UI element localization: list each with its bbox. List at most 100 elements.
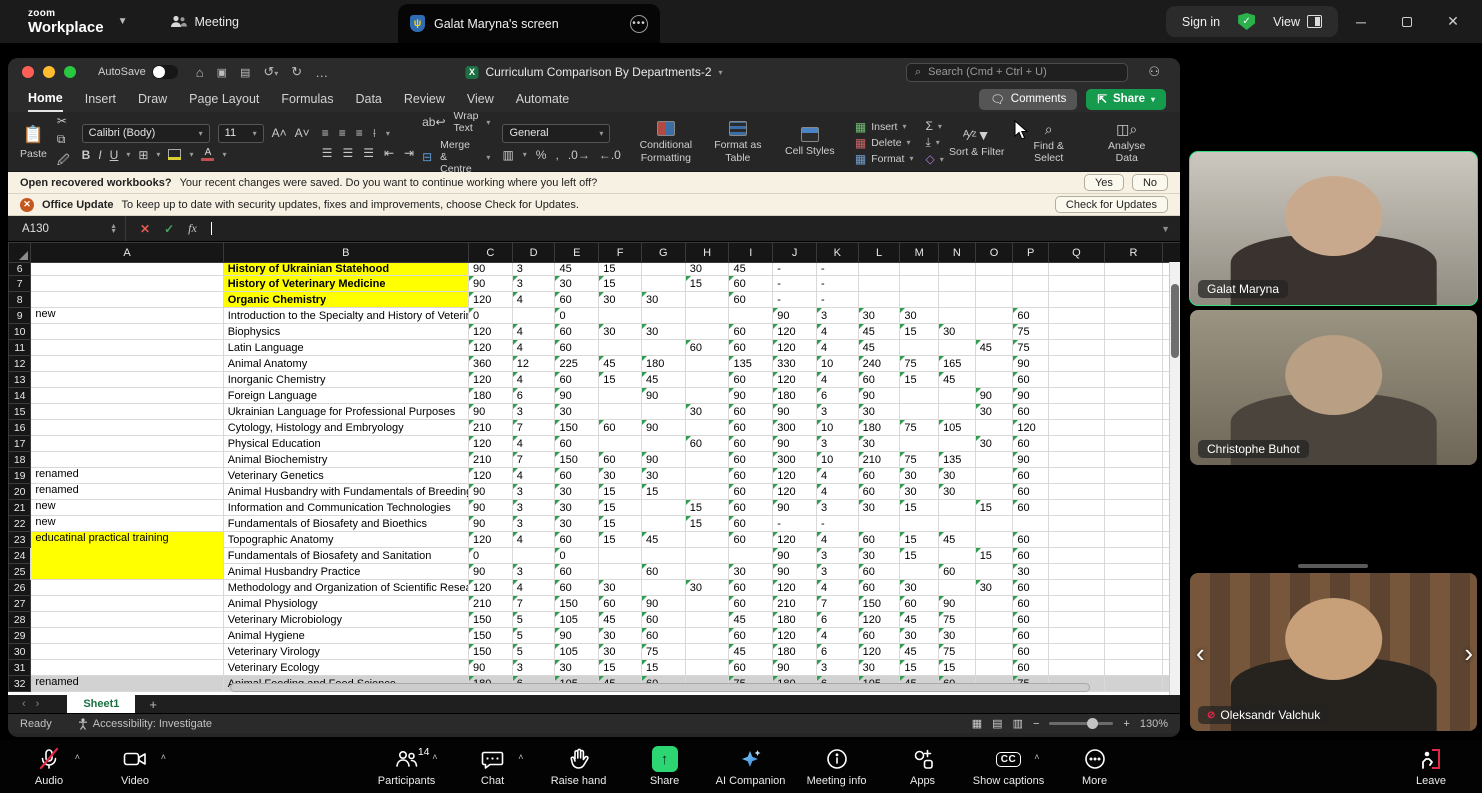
cell-E28[interactable]: 105 — [555, 612, 599, 628]
video-button[interactable]: Video˄ — [92, 740, 178, 793]
cell-J6[interactable]: - — [773, 263, 817, 276]
insert-function-icon[interactable]: fx — [188, 221, 197, 236]
cell-O27[interactable] — [975, 596, 1013, 612]
cell-F11[interactable] — [599, 340, 642, 356]
cell-M8[interactable] — [900, 292, 939, 308]
leave-button[interactable]: Leave — [1388, 740, 1474, 793]
cell-R21[interactable] — [1104, 500, 1162, 516]
page-layout-view-icon[interactable]: ▤ — [992, 717, 1002, 730]
cell-F6[interactable]: 15 — [599, 263, 642, 276]
cell-K26[interactable]: 4 — [816, 580, 858, 596]
cell-E6[interactable]: 45 — [555, 263, 599, 276]
cell-I21[interactable]: 60 — [729, 500, 773, 516]
cell-E11[interactable]: 60 — [555, 340, 599, 356]
cell-B14[interactable]: Foreign Language — [223, 388, 468, 404]
cell-P15[interactable]: 60 — [1013, 404, 1049, 420]
cell-N20[interactable]: 30 — [939, 484, 976, 500]
cell-N21[interactable] — [939, 500, 976, 516]
cell-B9[interactable]: Introduction to the Specialty and Histor… — [223, 308, 468, 324]
cell-L30[interactable]: 120 — [858, 644, 900, 660]
cell-L27[interactable]: 150 — [858, 596, 900, 612]
row-header-21[interactable]: 21 — [9, 500, 31, 516]
conditional-formatting-button[interactable]: Conditional Formatting — [633, 121, 699, 163]
cell-D25[interactable]: 3 — [512, 564, 555, 580]
cell-C29[interactable]: 150 — [468, 628, 512, 644]
cell-M25[interactable] — [900, 564, 939, 580]
cell-E26[interactable]: 60 — [555, 580, 599, 596]
font-color-icon[interactable]: A — [201, 149, 214, 161]
bold-button[interactable]: B — [82, 148, 91, 162]
search-input[interactable]: ⌕ Search (Cmd + Ctrl + U) — [906, 63, 1128, 82]
participants-button[interactable]: Participants14˄ — [364, 740, 450, 793]
cell-N14[interactable] — [939, 388, 976, 404]
cell-P12[interactable]: 90 — [1013, 356, 1049, 372]
page-break-view-icon[interactable]: ▥ — [1013, 717, 1023, 730]
cell-H6[interactable]: 30 — [685, 263, 729, 276]
cell-P31[interactable]: 60 — [1013, 660, 1049, 676]
row-header-26[interactable]: 26 — [9, 580, 31, 596]
formula-bar-expand-icon[interactable]: ▼ — [1161, 224, 1170, 234]
cell-C26[interactable]: 120 — [468, 580, 512, 596]
cell-D29[interactable]: 5 — [512, 628, 555, 644]
cell-I6[interactable]: 45 — [729, 263, 773, 276]
cell-E14[interactable]: 90 — [555, 388, 599, 404]
cell-R15[interactable] — [1104, 404, 1162, 420]
cell-E29[interactable]: 90 — [555, 628, 599, 644]
cell-P7[interactable] — [1013, 276, 1049, 292]
cell-H30[interactable] — [685, 644, 729, 660]
cell-G16[interactable]: 90 — [641, 420, 685, 436]
cell-F19[interactable]: 30 — [599, 468, 642, 484]
cell-L22[interactable] — [858, 516, 900, 532]
cell-R19[interactable] — [1104, 468, 1162, 484]
cell-L8[interactable] — [858, 292, 900, 308]
cell-H7[interactable]: 15 — [685, 276, 729, 292]
cell-O15[interactable]: 30 — [975, 404, 1013, 420]
cell-N13[interactable]: 45 — [939, 372, 976, 388]
cell-J20[interactable]: 120 — [773, 484, 817, 500]
cell-I14[interactable]: 90 — [729, 388, 773, 404]
cell-A11[interactable] — [31, 340, 223, 356]
cell-F28[interactable]: 45 — [599, 612, 642, 628]
cell-J16[interactable]: 300 — [773, 420, 817, 436]
cell-G21[interactable] — [641, 500, 685, 516]
cell-F9[interactable] — [599, 308, 642, 324]
cell-C31[interactable]: 90 — [468, 660, 512, 676]
cell-G14[interactable]: 90 — [641, 388, 685, 404]
cell-M20[interactable]: 30 — [900, 484, 939, 500]
minimize-button[interactable]: ─ — [1338, 14, 1384, 30]
cell-D19[interactable]: 4 — [512, 468, 555, 484]
cell-J8[interactable]: - — [773, 292, 817, 308]
cell-H11[interactable]: 60 — [685, 340, 729, 356]
cell-G6[interactable] — [641, 263, 685, 276]
col-header-K[interactable]: K — [816, 243, 858, 263]
cell-I16[interactable]: 60 — [729, 420, 773, 436]
accessibility-status[interactable]: Accessibility: Investigate — [78, 718, 212, 730]
cell-A19[interactable]: renamed — [31, 468, 223, 484]
cell-P19[interactable]: 60 — [1013, 468, 1049, 484]
cell-M29[interactable]: 30 — [900, 628, 939, 644]
col-header-F[interactable]: F — [599, 243, 642, 263]
cell-P14[interactable]: 90 — [1013, 388, 1049, 404]
cell-C24[interactable]: 0 — [468, 548, 512, 564]
row-header-31[interactable]: 31 — [9, 660, 31, 676]
cell-H18[interactable] — [685, 452, 729, 468]
cell-Q19[interactable] — [1048, 468, 1104, 484]
cell-B8[interactable]: Organic Chemistry — [223, 292, 468, 308]
cell-P21[interactable]: 60 — [1013, 500, 1049, 516]
cell-J19[interactable]: 120 — [773, 468, 817, 484]
cell-I15[interactable]: 60 — [729, 404, 773, 420]
cell-P30[interactable]: 60 — [1013, 644, 1049, 660]
cell-G23[interactable]: 45 — [641, 532, 685, 548]
sensitivity-button[interactable]: 🖈 Sensitivity ▾ — [1172, 116, 1180, 169]
yes-button[interactable]: Yes — [1084, 174, 1124, 191]
cell-M22[interactable] — [900, 516, 939, 532]
align-center-icon[interactable]: ☰ — [342, 146, 353, 160]
cell-I26[interactable]: 60 — [729, 580, 773, 596]
cell-F26[interactable]: 30 — [599, 580, 642, 596]
cell-I13[interactable]: 60 — [729, 372, 773, 388]
cell-A18[interactable] — [31, 452, 223, 468]
cell-B17[interactable]: Physical Education — [223, 436, 468, 452]
cell-P13[interactable]: 60 — [1013, 372, 1049, 388]
cell-Q21[interactable] — [1048, 500, 1104, 516]
cell-P23[interactable]: 60 — [1013, 532, 1049, 548]
